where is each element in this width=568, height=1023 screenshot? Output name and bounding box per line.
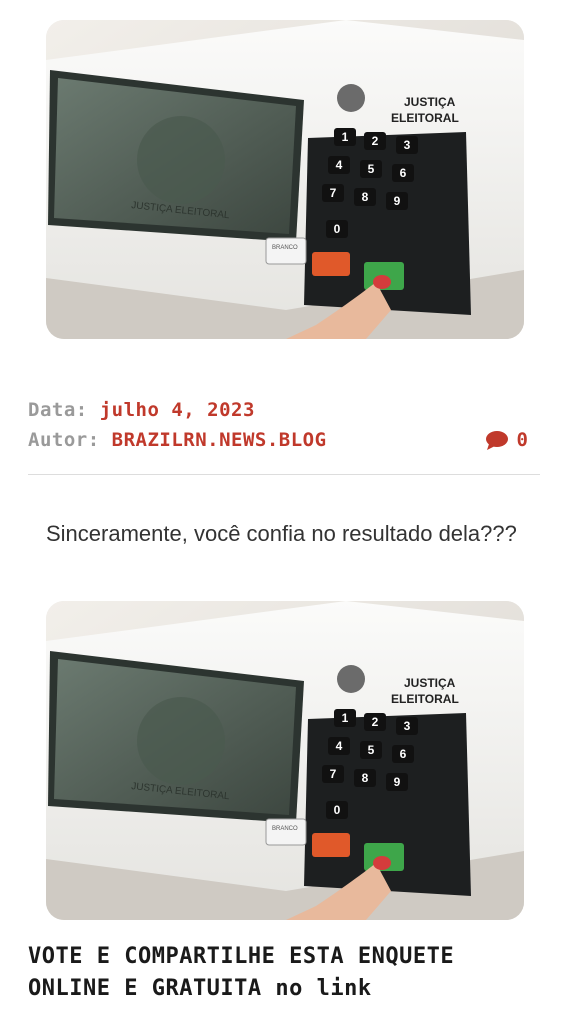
- svg-text:6: 6: [400, 747, 407, 761]
- svg-text:8: 8: [362, 771, 369, 785]
- svg-text:BRANCO: BRANCO: [272, 245, 298, 251]
- date-label: Data:: [28, 399, 88, 421]
- svg-text:7: 7: [330, 186, 337, 200]
- svg-text:BRANCO: BRANCO: [272, 826, 298, 832]
- date-value[interactable]: julho 4, 2023: [100, 395, 255, 425]
- svg-text:6: 6: [400, 166, 407, 180]
- voting-machine-image-2: JUSTIÇA ELEITORAL JUSTIÇA ELEITORAL 1 2 …: [46, 601, 524, 920]
- svg-text:1: 1: [342, 711, 349, 725]
- brand-line2-2: ELEITORAL: [391, 692, 459, 706]
- svg-text:1: 1: [342, 130, 349, 144]
- svg-text:8: 8: [362, 190, 369, 204]
- svg-text:3: 3: [404, 138, 411, 152]
- cta-text: VOTE E COMPARTILHE ESTA ENQUETE ONLINE E…: [28, 944, 455, 1001]
- svg-text:3: 3: [404, 719, 411, 733]
- svg-text:5: 5: [368, 743, 375, 757]
- author-label: Autor:: [28, 429, 100, 451]
- date-row: Data: julho 4, 2023: [28, 395, 528, 425]
- intro-text: Sinceramente, você confia no resultado d…: [46, 521, 517, 546]
- svg-text:0: 0: [334, 222, 341, 236]
- svg-text:7: 7: [330, 767, 337, 781]
- voting-machine-illustration: JUSTIÇA ELEITORAL JUSTIÇA ELEITORAL 1 2 …: [46, 20, 524, 339]
- comment-count: 0: [516, 429, 528, 451]
- svg-text:9: 9: [394, 194, 401, 208]
- comments-link[interactable]: 0: [485, 425, 528, 455]
- post-meta: Data: julho 4, 2023 Autor: BRAZILRN.NEWS…: [28, 395, 528, 455]
- author-row: Autor: BRAZILRN.NEWS.BLOG 0: [28, 425, 528, 455]
- svg-text:2: 2: [372, 134, 379, 148]
- svg-text:0: 0: [334, 803, 341, 817]
- voting-machine-illustration-2: JUSTIÇA ELEITORAL JUSTIÇA ELEITORAL 1 2 …: [46, 601, 524, 920]
- brand-line1-2: JUSTIÇA: [404, 676, 456, 690]
- svg-text:4: 4: [336, 158, 343, 172]
- divider: [28, 474, 540, 475]
- svg-text:2: 2: [372, 715, 379, 729]
- author-link[interactable]: BRAZILRN.NEWS.BLOG: [112, 425, 327, 455]
- svg-text:4: 4: [336, 739, 343, 753]
- brand-line2: ELEITORAL: [391, 111, 459, 125]
- brand-line1: JUSTIÇA: [404, 95, 456, 109]
- comment-bubble-icon: [485, 431, 508, 450]
- svg-text:5: 5: [368, 162, 375, 176]
- svg-text:9: 9: [394, 775, 401, 789]
- voting-machine-image: JUSTIÇA ELEITORAL JUSTIÇA ELEITORAL 1 2 …: [46, 20, 524, 339]
